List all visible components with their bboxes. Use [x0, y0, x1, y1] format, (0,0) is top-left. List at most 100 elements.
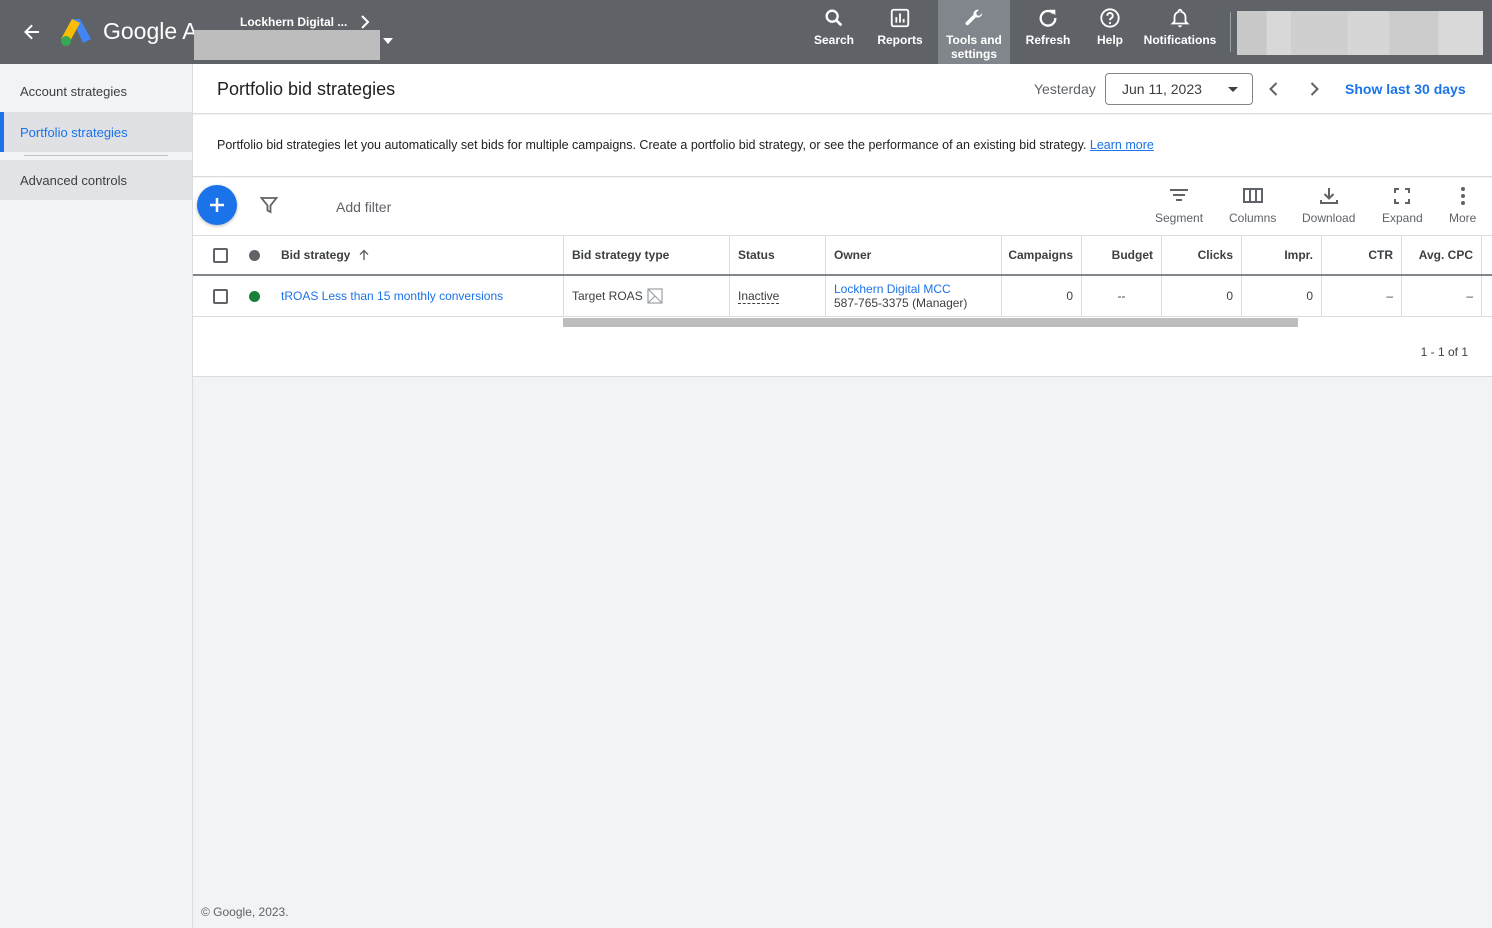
row-campaigns: 0 [1001, 276, 1081, 316]
row-clicks: 0 [1161, 276, 1241, 316]
profile-redacted[interactable] [1237, 11, 1483, 55]
learn-more-link[interactable]: Learn more [1090, 138, 1154, 152]
sidebar: Account strategies Portfolio strategies … [0, 64, 193, 928]
columns-label: Columns [1229, 211, 1277, 225]
bell-icon [1170, 8, 1190, 28]
row-bid-strategy-cell: tROAS Less than 15 monthly conversions [273, 276, 563, 316]
columns-icon [1242, 188, 1263, 203]
owner-id: 587-765-3375 (Manager) [834, 296, 968, 310]
table-toolbar: Add filter Segment Columns Download Expa… [193, 178, 1492, 235]
description-text-block: Portfolio bid strategies let you automat… [217, 138, 1154, 152]
row-ctr: – [1321, 276, 1401, 316]
row-avg-cpc: – [1401, 276, 1481, 316]
footer-copyright: © Google, 2023. [201, 905, 289, 919]
row-select-cell [213, 276, 233, 316]
header-overflow-cell [1481, 236, 1492, 274]
nav-search-label: Search [813, 33, 855, 47]
bid-strategy-type-value: Target ROAS [572, 289, 643, 303]
bid-strategy-name-link[interactable]: tROAS Less than 15 monthly conversions [281, 289, 503, 303]
row-checkbox[interactable] [213, 288, 228, 304]
account-name[interactable]: Lockhern Digital ... [240, 15, 347, 29]
nav-reports-button[interactable]: Reports [872, 0, 928, 64]
more-label: More [1449, 211, 1477, 225]
refresh-icon [1039, 9, 1057, 27]
previous-period-chevron-icon[interactable] [1264, 79, 1284, 99]
download-icon [1319, 188, 1338, 204]
header-ctr[interactable]: CTR [1321, 236, 1401, 274]
topbar-divider [1230, 12, 1231, 52]
select-all-checkbox[interactable] [213, 247, 228, 263]
header-bid-strategy[interactable]: Bid strategy [273, 236, 563, 274]
sort-ascending-icon [359, 249, 369, 260]
expand-icon [1394, 188, 1411, 204]
reports-icon [890, 8, 910, 28]
header-avg-cpc[interactable]: Avg. CPC [1401, 236, 1481, 274]
date-range-picker[interactable]: Jun 11, 2023 [1105, 73, 1253, 105]
pagination-text: 1 - 1 of 1 [1420, 345, 1468, 359]
nav-refresh-button[interactable]: Refresh [1020, 0, 1076, 64]
plus-icon [210, 198, 224, 212]
caret-down-icon [1228, 87, 1238, 92]
header-impressions[interactable]: Impr. [1241, 236, 1321, 274]
nav-notifications-button[interactable]: Notifications [1140, 0, 1220, 64]
top-app-bar: Google Ads Lockhern Digital ... Search R… [0, 0, 1492, 64]
expand-button[interactable]: Expand [1382, 186, 1423, 225]
header-clicks[interactable]: Clicks [1161, 236, 1241, 274]
horizontal-scrollbar[interactable] [563, 318, 1298, 327]
sidebar-divider [24, 155, 168, 156]
nav-search-button[interactable]: Search [808, 0, 860, 64]
next-period-chevron-icon[interactable] [1304, 79, 1324, 99]
status-value[interactable]: Inactive [738, 289, 780, 304]
header-budget[interactable]: Budget [1081, 236, 1161, 274]
show-last-30-days-button[interactable]: Show last 30 days [1345, 81, 1466, 97]
columns-button[interactable]: Columns [1229, 186, 1276, 225]
table-header-row: Bid strategy Bid strategy type Status Ow… [193, 235, 1492, 276]
account-dropdown-caret-icon[interactable] [383, 38, 393, 44]
sidebar-item-advanced-controls[interactable]: Advanced controls [0, 160, 192, 200]
account-id-redacted [194, 30, 380, 60]
header-status[interactable]: Status [729, 236, 825, 274]
row-status-cell [249, 276, 265, 316]
header-owner[interactable]: Owner [825, 236, 1001, 274]
google-ads-logo-icon [60, 17, 92, 47]
add-filter-input[interactable]: Add filter [336, 199, 391, 215]
nav-help-label: Help [1096, 33, 1123, 47]
create-button[interactable] [197, 185, 237, 225]
table-row: tROAS Less than 15 monthly conversions T… [193, 276, 1492, 317]
download-button[interactable]: Download [1302, 186, 1355, 225]
enabled-status-dot-icon[interactable] [249, 290, 260, 302]
segment-icon [1170, 189, 1189, 201]
page-title: Portfolio bid strategies [217, 79, 396, 99]
header-bid-strategy-label: Bid strategy [281, 248, 351, 262]
segment-button[interactable]: Segment [1155, 186, 1203, 225]
nav-help-button[interactable]: Help [1088, 0, 1132, 64]
back-arrow-icon[interactable] [18, 18, 46, 46]
target-roas-chart-icon [647, 288, 663, 304]
owner-name-link[interactable]: Lockhern Digital MCC [834, 282, 951, 296]
date-range-label: Yesterday [1034, 81, 1096, 97]
help-icon [1100, 8, 1120, 28]
select-all-cell [213, 236, 233, 274]
search-icon [825, 9, 843, 27]
filter-icon[interactable] [259, 195, 279, 220]
row-budget: -- [1081, 276, 1161, 316]
nav-notifications-label: Notifications [1143, 33, 1217, 47]
status-header-cell [249, 236, 265, 274]
brand-name: Google Ads [103, 18, 195, 44]
row-status-cell-text: Inactive [729, 276, 825, 316]
expand-label: Expand [1382, 211, 1423, 225]
description-text: Portfolio bid strategies let you automat… [217, 138, 1087, 152]
more-button[interactable]: More [1449, 186, 1476, 225]
sidebar-item-account-strategies[interactable]: Account strategies [0, 71, 192, 111]
status-header-dot-icon[interactable] [249, 249, 260, 261]
header-bid-strategy-type[interactable]: Bid strategy type [563, 236, 729, 274]
sidebar-item-portfolio-strategies[interactable]: Portfolio strategies [0, 112, 192, 152]
row-overflow-cell [1481, 276, 1492, 316]
nav-reports-label: Reports [877, 33, 923, 47]
wrench-icon [965, 9, 983, 26]
nav-tools-settings-button[interactable]: Tools and settings [938, 0, 1010, 64]
description-banner: Portfolio bid strategies let you automat… [193, 115, 1492, 177]
header-campaigns[interactable]: Campaigns [1001, 236, 1081, 274]
date-range-value: Jun 11, 2023 [1122, 81, 1202, 97]
page-header: Portfolio bid strategies Yesterday Jun 1… [193, 64, 1492, 114]
